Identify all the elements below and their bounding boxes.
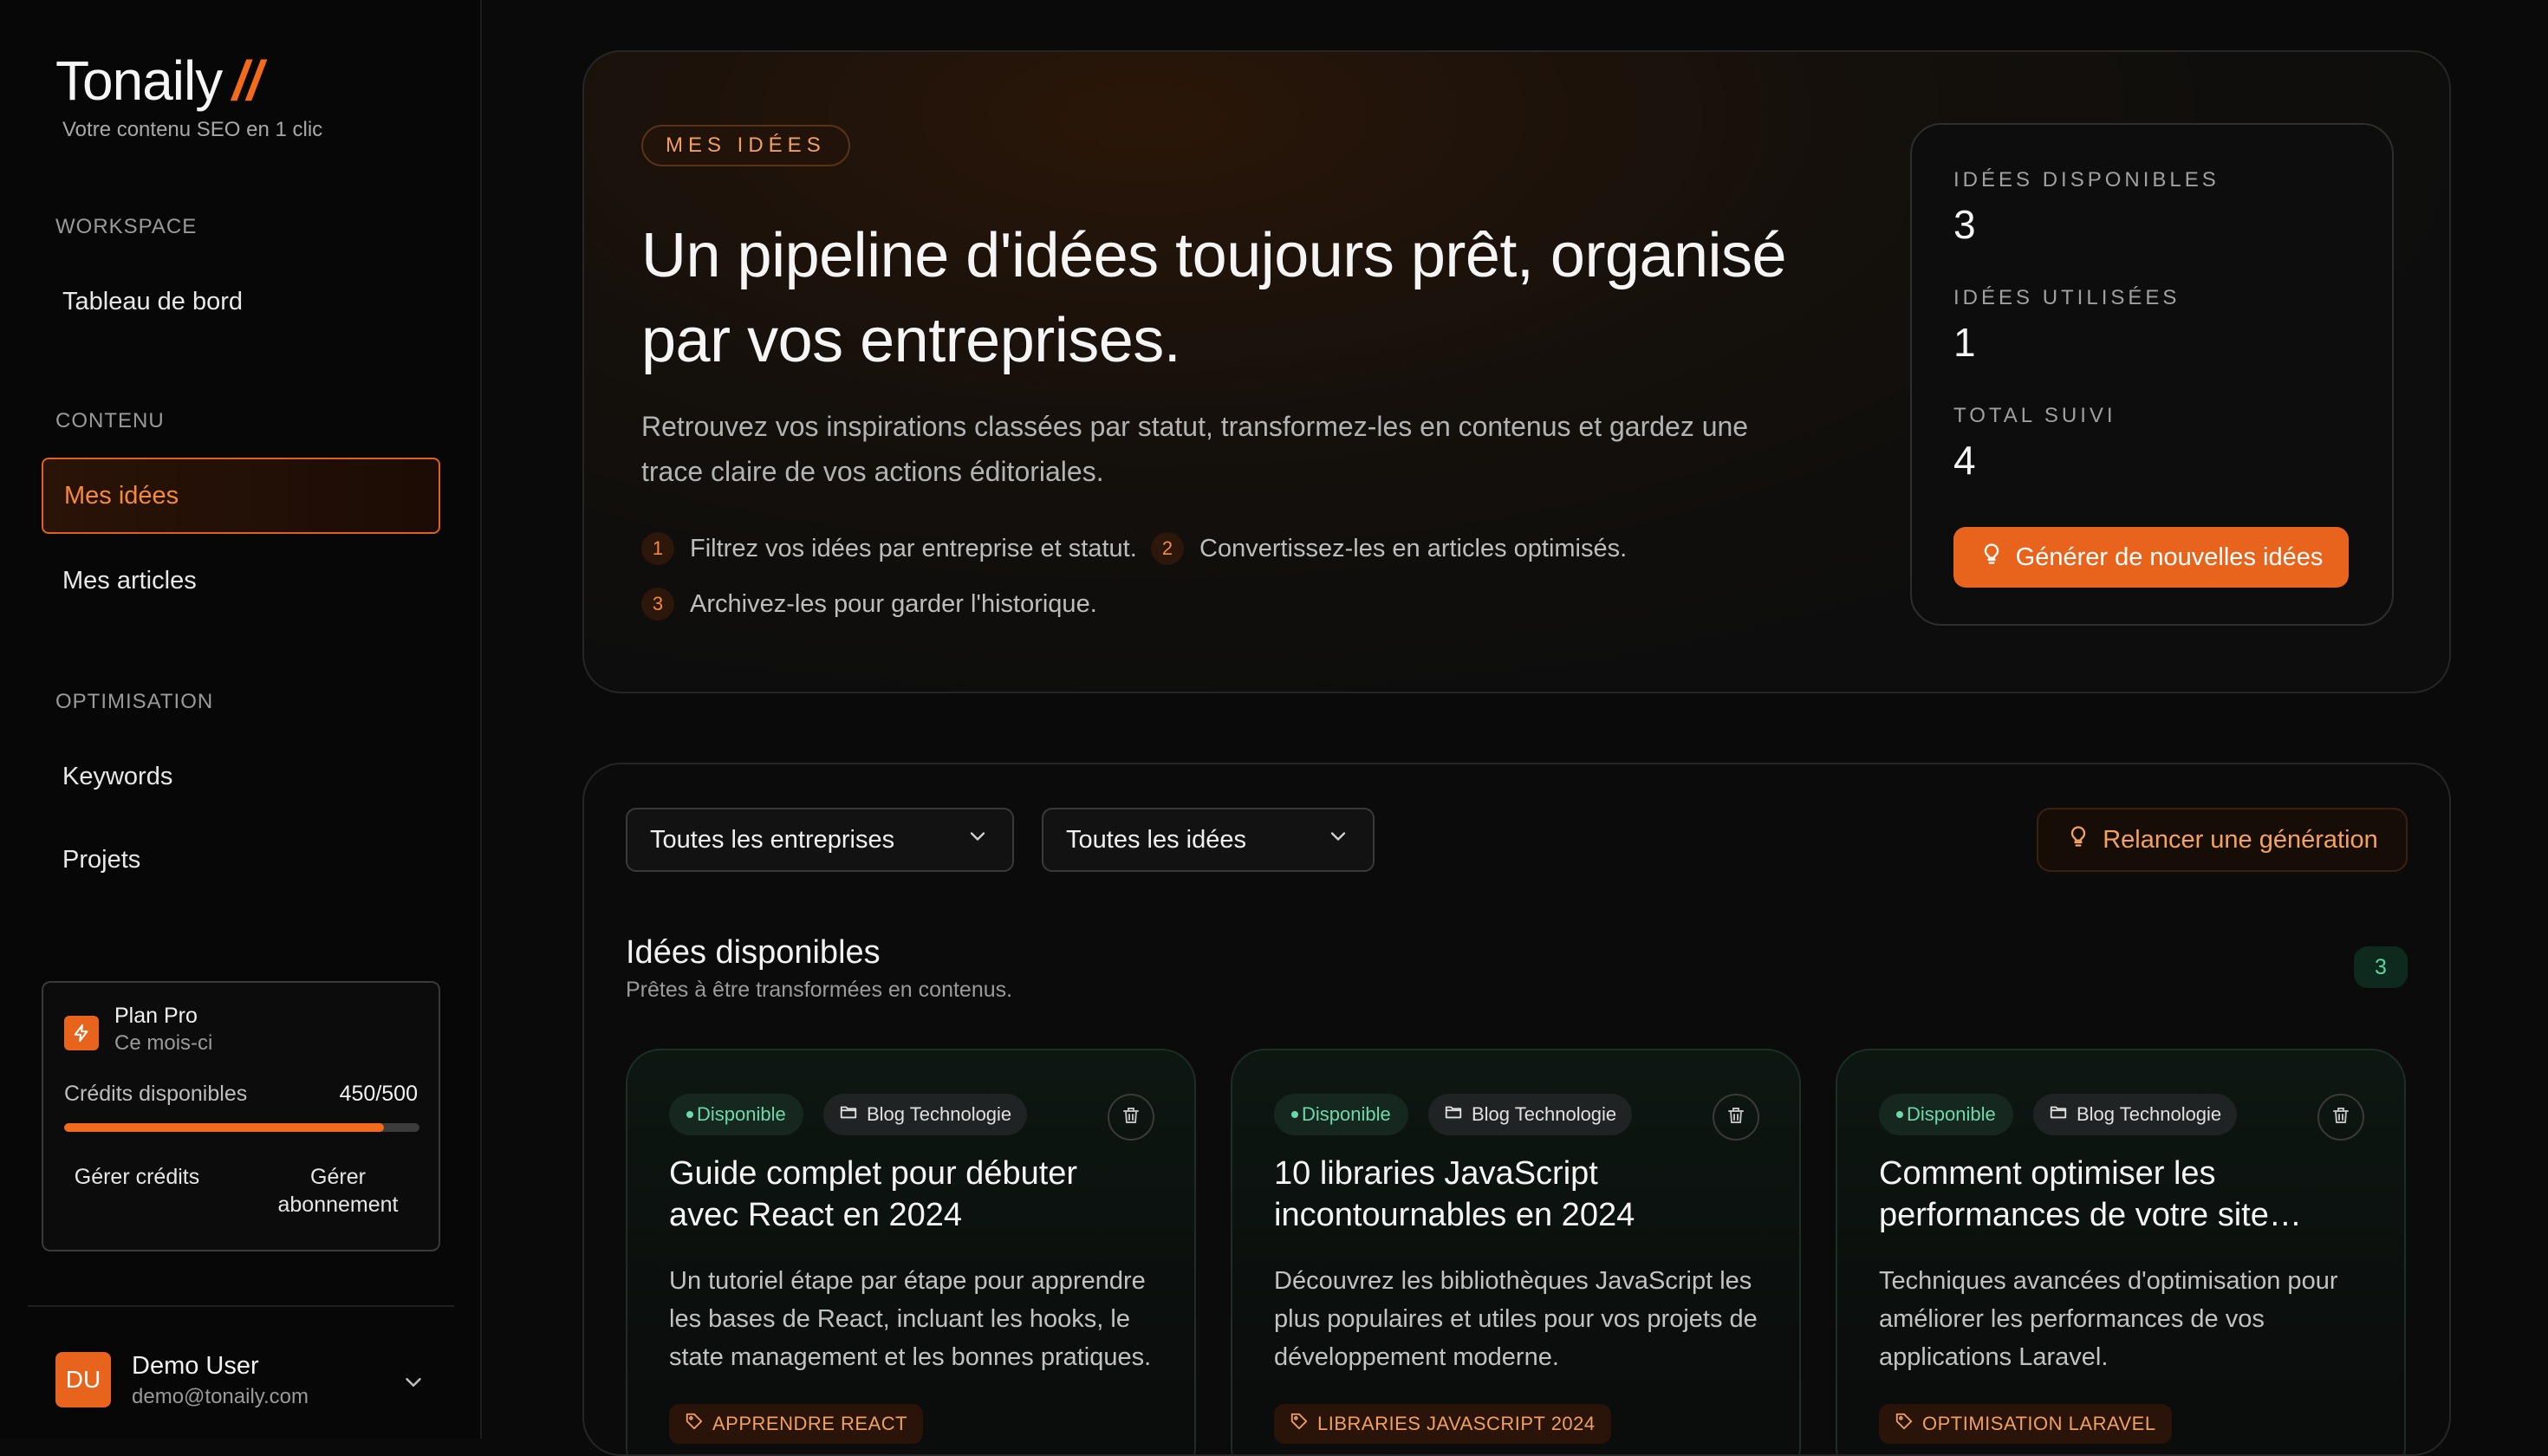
folder-icon [2049, 1102, 2068, 1127]
section-title: Idées disponibles [626, 934, 881, 971]
delete-idea-button[interactable] [1108, 1094, 1154, 1141]
company-badge: Blog Technologie [2033, 1094, 2238, 1135]
idea-description: Découvrez les bibliothèques JavaScript l… [1274, 1267, 1758, 1371]
tag-icon [685, 1412, 704, 1436]
credits-progress-fill [64, 1123, 384, 1132]
stat-label: IDÉES UTILISÉES [1953, 286, 2181, 309]
idea-title: Guide complet pour débuter avec React en… [669, 1155, 1078, 1233]
credits-label: Crédits disponibles [64, 1082, 248, 1106]
stats-card: IDÉES DISPONIBLES 3 IDÉES UTILISÉES 1 TO… [1910, 123, 2394, 626]
status-badge: Disponible [669, 1094, 803, 1135]
trash-icon [1121, 1105, 1141, 1130]
folder-icon [1444, 1102, 1463, 1127]
generate-ideas-button[interactable]: Générer de nouvelles idées [1953, 527, 2349, 588]
delete-idea-button[interactable] [2317, 1094, 2364, 1141]
stat-value: 3 [1953, 202, 1976, 247]
keyword-tag: APPRENDRE REACT [669, 1404, 924, 1444]
hero-description: Retrouvez vos inspirations classées par … [641, 411, 1749, 487]
folder-icon [839, 1102, 858, 1127]
logo[interactable]: Tonaily// [55, 49, 263, 113]
manage-credits-button[interactable]: Gérer crédits [68, 1163, 206, 1191]
idea-description: Un tutoriel étape par étape pour apprend… [669, 1267, 1152, 1371]
sidebar: Tonaily// Votre contenu SEO en 1 clic WO… [0, 0, 482, 1439]
section-label-optimisation: OPTIMISATION [55, 690, 214, 713]
step-item: 3 Archivez-les pour garder l'historique. [641, 588, 1097, 621]
status-select[interactable]: Toutes les idées [1042, 808, 1375, 872]
status-badge: Disponible [1274, 1094, 1408, 1135]
step-item: 1 Filtrez vos idées par entreprise et st… [641, 532, 1137, 565]
generate-ideas-label: Générer de nouvelles idées [2015, 543, 2324, 571]
section-label-contenu: CONTENU [55, 409, 165, 432]
stat-value: 1 [1953, 320, 1976, 365]
stat-label: TOTAL SUIVI [1953, 404, 2116, 427]
sidebar-item-projects[interactable]: Projets [42, 822, 440, 898]
count-badge: 3 [2354, 946, 2408, 988]
credits-value: 450/500 [339, 1082, 418, 1106]
step-number: 1 [641, 532, 674, 565]
ideas-panel: Toutes les entreprises Toutes les idées … [582, 763, 2451, 1456]
section-label-workspace: WORKSPACE [55, 215, 198, 238]
tagline: Votre contenu SEO en 1 clic [62, 118, 323, 141]
delete-idea-button[interactable] [1713, 1094, 1759, 1141]
idea-title: Comment optimiser les performances de vo… [1879, 1155, 2302, 1233]
relaunch-generation-label: Relancer une génération [2103, 825, 2378, 854]
tag-icon [1290, 1412, 1309, 1436]
plan-name: Plan Pro [114, 1004, 198, 1028]
idea-title: 10 libraries JavaScript incontournables … [1274, 1155, 1635, 1233]
hero-badge: MES IDÉES [641, 125, 850, 166]
chevron-down-icon [1326, 824, 1350, 855]
chevron-down-icon[interactable] [400, 1369, 426, 1400]
divider [28, 1305, 454, 1307]
user-email: demo@tonaily.com [132, 1385, 309, 1408]
hero-card: MES IDÉES Un pipeline d'idées toujours p… [582, 50, 2451, 693]
credits-progress-bar [64, 1123, 419, 1132]
idea-card[interactable]: Disponible Blog Technologie 10 libraries… [1231, 1049, 1801, 1454]
company-badge: Blog Technologie [1428, 1094, 1633, 1135]
section-subtitle: Prêtes à être transformées en contenus. [626, 978, 1013, 1002]
chevron-down-icon [965, 824, 990, 855]
step-number: 3 [641, 588, 674, 621]
step-text: Archivez-les pour garder l'historique. [690, 589, 1097, 618]
stat-label: IDÉES DISPONIBLES [1953, 168, 2220, 192]
trash-icon [1726, 1105, 1746, 1130]
avatar: DU [55, 1352, 111, 1407]
sidebar-item-articles[interactable]: Mes articles [42, 543, 440, 619]
user-name: Demo User [132, 1352, 259, 1380]
step-item: 2 Convertissez-les en articles optimisés… [1151, 532, 1627, 565]
lightbulb-icon [1979, 542, 2004, 573]
sidebar-item-dashboard[interactable]: Tableau de bord [42, 263, 440, 340]
stat-value: 4 [1953, 438, 1976, 483]
step-number: 2 [1151, 532, 1184, 565]
page-title: Un pipeline d'idées toujours prêt, organ… [641, 221, 1787, 375]
idea-card[interactable]: Disponible Blog Technologie Guide comple… [626, 1049, 1196, 1454]
company-select-value: Toutes les entreprises [650, 825, 895, 854]
status-select-value: Toutes les idées [1066, 825, 1246, 854]
idea-card[interactable]: Disponible Blog Technologie Comment opti… [1836, 1049, 2406, 1454]
bolt-icon [64, 1016, 99, 1050]
idea-description: Techniques avancées d'optimisation pour … [1879, 1267, 2338, 1371]
sidebar-item-ideas[interactable]: Mes idées [42, 458, 440, 534]
keyword-tag: LIBRARIES JAVASCRIPT 2024 [1274, 1404, 1611, 1444]
keyword-tag: OPTIMISATION LARAVEL [1879, 1404, 2172, 1444]
company-select[interactable]: Toutes les entreprises [626, 808, 1014, 872]
plan-card: Plan Pro Ce mois-ci Crédits disponibles … [42, 981, 440, 1251]
sidebar-item-keywords[interactable]: Keywords [42, 738, 440, 815]
trash-icon [2330, 1105, 2351, 1130]
plan-period: Ce mois-ci [114, 1031, 213, 1055]
status-badge: Disponible [1879, 1094, 2013, 1135]
lightbulb-icon [2066, 824, 2090, 855]
company-badge: Blog Technologie [823, 1094, 1028, 1135]
relaunch-generation-button[interactable]: Relancer une génération [2037, 808, 2408, 872]
step-text: Filtrez vos idées par entreprise et stat… [690, 534, 1137, 562]
logo-mark: // [232, 49, 263, 112]
tag-icon [1895, 1412, 1914, 1436]
manage-subscription-button[interactable]: Gérer abonnement [260, 1163, 416, 1219]
step-text: Convertissez-les en articles optimisés. [1199, 534, 1628, 562]
